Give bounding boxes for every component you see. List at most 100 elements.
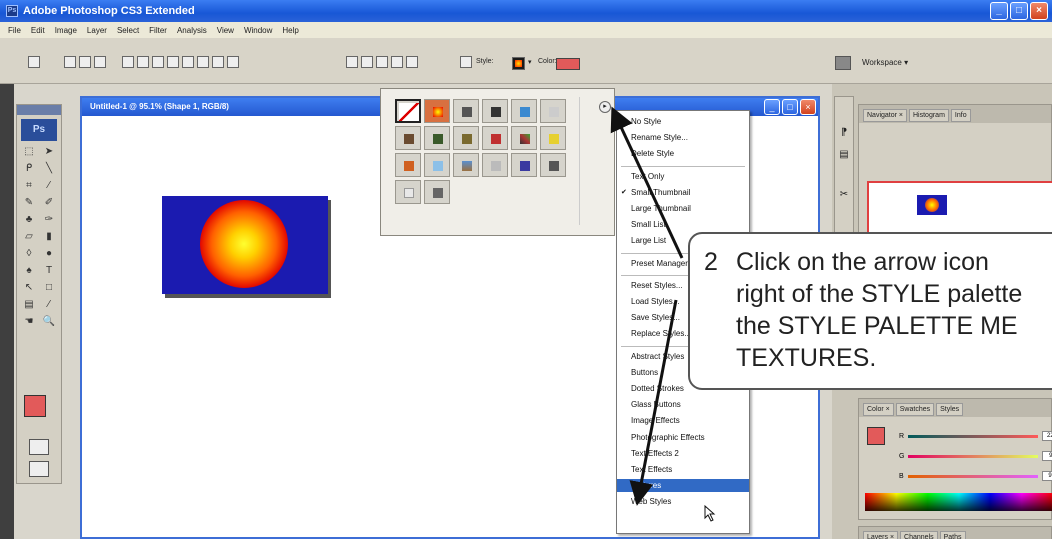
menu-item-text-effects[interactable]: Text Effects (617, 463, 749, 476)
style-thumb[interactable] (424, 99, 450, 123)
menu-item-glass-buttons[interactable]: Glass Buttons (617, 398, 749, 411)
tab-histogram[interactable]: Histogram (909, 109, 949, 122)
tab-color[interactable]: Color × (863, 403, 894, 416)
tool-preset-icon[interactable] (28, 56, 40, 68)
tab-channels[interactable]: Channels (900, 531, 938, 539)
fill-pixels-icon[interactable] (94, 56, 106, 68)
menu-item-no-style[interactable]: No Style (617, 115, 749, 128)
pen-tool-icon[interactable]: ♠ (21, 264, 37, 278)
lasso-tool-icon[interactable]: ᑭ (21, 162, 37, 176)
style-thumb[interactable] (540, 126, 566, 150)
menu-view[interactable]: View (217, 26, 234, 35)
exclude-area-icon[interactable] (406, 56, 418, 68)
intersect-area-icon[interactable] (391, 56, 403, 68)
style-dropdown-arrow[interactable]: ▾ (528, 58, 532, 66)
subtract-area-icon[interactable] (376, 56, 388, 68)
menu-help[interactable]: Help (282, 26, 298, 35)
type-tool-icon[interactable]: T (41, 264, 57, 278)
style-thumb[interactable] (482, 153, 508, 177)
style-thumb[interactable] (424, 180, 450, 204)
screen-mode-icon[interactable] (29, 461, 49, 477)
link-icon[interactable] (460, 56, 472, 68)
history-brush-tool-icon[interactable]: ✑ (41, 213, 57, 227)
style-thumb[interactable] (540, 153, 566, 177)
tab-layers[interactable]: Layers × (863, 531, 899, 539)
color-spectrum[interactable] (865, 493, 1052, 511)
eraser-tool-icon[interactable]: ▱ (21, 230, 37, 244)
marquee-tool-icon[interactable]: ⬚ (21, 145, 37, 159)
green-value[interactable]: 97 (1042, 451, 1052, 461)
notes-tool-icon[interactable]: ▤ (21, 298, 37, 312)
slice-tool-icon[interactable]: ⁄ (41, 179, 57, 193)
style-thumb[interactable] (424, 153, 450, 177)
tool-presets-icon[interactable]: ✂ (838, 189, 850, 201)
menu-edit[interactable]: Edit (31, 26, 45, 35)
menu-filter[interactable]: Filter (149, 26, 167, 35)
shape-tool-icon[interactable]: □ (41, 281, 57, 295)
palette-menu-arrow-icon[interactable]: ▸ (599, 101, 611, 113)
eyedropper-tool-icon[interactable]: ⁄ (41, 298, 57, 312)
menu-item-web-styles[interactable]: Web Styles (617, 495, 749, 508)
style-thumb[interactable] (511, 99, 537, 123)
brush-tool-icon[interactable]: ✐ (41, 196, 57, 210)
doc-minimize-button[interactable]: _ (764, 99, 780, 115)
doc-close-button[interactable]: × (800, 99, 816, 115)
menu-item-textures[interactable]: Textures (617, 479, 749, 493)
history-icon[interactable]: ⁋ (838, 127, 850, 139)
magic-wand-tool-icon[interactable]: ╲ (41, 162, 57, 176)
menu-item-small-list[interactable]: Small List (617, 218, 749, 231)
style-thumb[interactable] (424, 126, 450, 150)
tab-swatches[interactable]: Swatches (895, 403, 935, 416)
move-tool-icon[interactable]: ➤ (41, 145, 57, 159)
style-thumb[interactable] (482, 126, 508, 150)
path-selection-tool-icon[interactable]: ↖ (21, 281, 37, 295)
menu-item-image-effects[interactable]: Image Effects (617, 414, 749, 427)
zoom-tool-icon[interactable]: 🔍 (41, 315, 57, 329)
menu-item-photographic-effects[interactable]: Photographic Effects (617, 431, 749, 444)
dodge-tool-icon[interactable]: ● (41, 247, 57, 261)
close-button[interactable]: × (1030, 2, 1048, 20)
custom-shape-icon[interactable] (227, 56, 239, 68)
blue-value[interactable]: 97 (1041, 471, 1052, 481)
menu-image[interactable]: Image (55, 26, 77, 35)
style-thumb[interactable] (453, 126, 479, 150)
doc-maximize-button[interactable]: □ (782, 99, 798, 115)
freeform-pen-icon[interactable] (137, 56, 149, 68)
green-slider[interactable] (908, 454, 1039, 458)
create-new-layer-icon[interactable] (346, 56, 358, 68)
panel-foreground-swatch[interactable] (867, 427, 885, 445)
style-picker-swatch[interactable] (512, 57, 525, 70)
minimize-button[interactable]: _ (990, 2, 1008, 20)
shape-layers-icon[interactable] (64, 56, 76, 68)
red-value[interactable]: 226 (1042, 431, 1052, 441)
menu-item-text-effects-2[interactable]: Text Effects 2 (617, 447, 749, 460)
tab-paths[interactable]: Paths (939, 531, 966, 539)
polygon-icon[interactable] (197, 56, 209, 68)
styled-shape[interactable] (162, 196, 328, 294)
actions-icon[interactable]: ▤ (838, 149, 850, 161)
menu-item-large-thumbnail[interactable]: Large Thumbnail (617, 202, 749, 215)
tab-info[interactable]: Info (950, 109, 971, 122)
style-thumb[interactable] (482, 99, 508, 123)
line-icon[interactable] (212, 56, 224, 68)
red-slider[interactable] (908, 434, 1039, 438)
quick-mask-icon[interactable] (29, 439, 49, 455)
ps-logo[interactable]: Ps (21, 119, 57, 141)
style-thumb-none[interactable] (395, 99, 421, 123)
add-to-area-icon[interactable] (361, 56, 373, 68)
color-swatch[interactable] (556, 58, 580, 70)
pen-icon[interactable] (122, 56, 134, 68)
style-thumb[interactable] (453, 153, 479, 177)
healing-brush-tool-icon[interactable]: ✎ (21, 196, 37, 210)
menu-item-rename-style[interactable]: Rename Style... (617, 131, 749, 144)
rounded-rectangle-icon[interactable] (167, 56, 179, 68)
menu-layer[interactable]: Layer (87, 26, 107, 35)
ellipse-icon[interactable] (182, 56, 194, 68)
paths-icon[interactable] (79, 56, 91, 68)
crop-tool-icon[interactable]: ⌗ (21, 179, 37, 193)
style-thumb[interactable] (395, 153, 421, 177)
maximize-button[interactable]: □ (1010, 2, 1028, 20)
style-thumb[interactable] (511, 153, 537, 177)
menu-item-delete-style[interactable]: Delete Style (617, 147, 749, 160)
style-thumb[interactable] (395, 126, 421, 150)
